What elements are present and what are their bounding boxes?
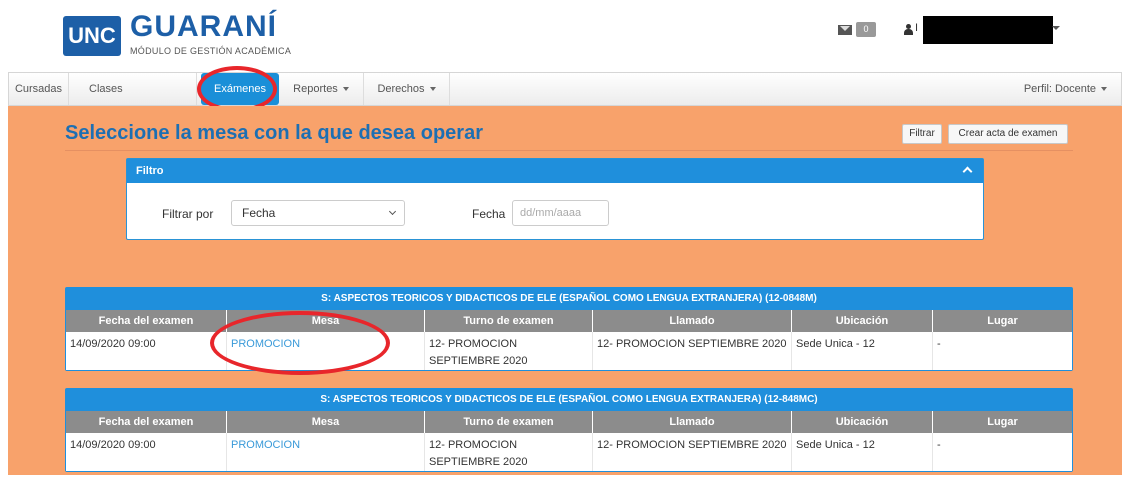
- brand-name: GUARANÍ: [130, 10, 277, 43]
- unc-logo[interactable]: UNC: [63, 16, 121, 56]
- redacted-user-name: [923, 16, 1053, 44]
- col-fecha: Fecha del examen: [66, 310, 227, 332]
- nav-clases[interactable]: Clases: [69, 73, 197, 105]
- user-name[interactable]: I: [915, 22, 918, 34]
- cell-fecha: 14/09/2020 09:00: [66, 433, 227, 471]
- chevron-down-icon: [429, 87, 436, 92]
- nav-cursadas[interactable]: Cursadas: [9, 73, 69, 105]
- title-divider: [65, 150, 1073, 151]
- user-icon: [903, 24, 913, 36]
- subject-title: S: ASPECTOS TEORICOS Y DIDACTICOS DE ELE…: [66, 389, 1072, 411]
- chevron-up-icon[interactable]: [962, 166, 973, 177]
- chevron-down-icon: [342, 87, 349, 92]
- chevron-down-icon: [1101, 87, 1107, 92]
- cell-turno: 12- PROMOCION SEPTIEMBRE 2020: [425, 332, 593, 370]
- cell-llamado: 12- PROMOCION SEPTIEMBRE 2020: [593, 433, 792, 471]
- nav-derechos[interactable]: Derechos: [364, 73, 450, 105]
- col-llamado: Llamado: [593, 411, 792, 433]
- mail-icon[interactable]: [838, 25, 852, 35]
- filter-by-label: Filtrar por: [162, 207, 214, 221]
- mesa-table: S: ASPECTOS TEORICOS Y DIDACTICOS DE ELE…: [65, 388, 1073, 472]
- col-fecha: Fecha del examen: [66, 411, 227, 433]
- col-lugar: Lugar: [987, 416, 1018, 428]
- date-input[interactable]: dd/mm/aaaa: [512, 200, 609, 226]
- table-header-row: Fecha del examen Mesa Turno de examen Ll…: [66, 310, 1072, 332]
- mail-count-badge[interactable]: 0: [856, 22, 876, 37]
- cell-turno: 12- PROMOCION SEPTIEMBRE 2020: [425, 433, 593, 471]
- create-acta-button[interactable]: Crear acta de examen: [948, 124, 1068, 144]
- col-llamado: Llamado: [593, 310, 792, 332]
- col-ubicacion: Ubicación: [792, 411, 933, 433]
- user-menu-caret-icon[interactable]: [1052, 26, 1060, 30]
- cell-fecha: 14/09/2020 09:00: [66, 332, 227, 370]
- cell-lugar: -: [937, 338, 941, 350]
- col-ubicacion: Ubicación: [792, 310, 933, 332]
- date-label: Fecha: [472, 207, 506, 221]
- cell-llamado: 12- PROMOCION SEPTIEMBRE 2020: [593, 332, 792, 370]
- col-mesa: Mesa: [227, 411, 425, 433]
- col-lugar: Lugar: [987, 315, 1018, 327]
- filter-by-select[interactable]: Fecha: [231, 200, 405, 226]
- filter-button[interactable]: Filtrar: [902, 124, 942, 144]
- main-content: Seleccione la mesa con la que desea oper…: [8, 106, 1122, 475]
- cell-ubicacion: Sede Unica - 12: [792, 433, 933, 471]
- cell-lugar: -: [937, 439, 941, 451]
- col-turno: Turno de examen: [425, 310, 593, 332]
- app-header: UNC GUARANÍ MÓDULO DE GESTIÓN ACADÉMICA …: [0, 0, 1130, 72]
- main-navbar: Cursadas Clases Exámenes Reportes Derech…: [8, 72, 1122, 106]
- table-header-row: Fecha del examen Mesa Turno de examen Ll…: [66, 411, 1072, 433]
- subject-title: S: ASPECTOS TEORICOS Y DIDACTICOS DE ELE…: [66, 288, 1072, 310]
- col-turno: Turno de examen: [425, 411, 593, 433]
- perfil-menu[interactable]: Perfil: Docente: [1024, 73, 1107, 105]
- filter-panel-header[interactable]: Filtro: [127, 159, 983, 183]
- chevron-down-icon: [388, 207, 397, 216]
- page-title: Seleccione la mesa con la que desea oper…: [65, 122, 483, 144]
- cell-ubicacion: Sede Unica - 12: [792, 332, 933, 370]
- filter-panel: Filtro Filtrar por Fecha Fecha dd/mm/aaa…: [126, 158, 984, 240]
- mesa-table: S: ASPECTOS TEORICOS Y DIDACTICOS DE ELE…: [65, 287, 1073, 371]
- mesa-link[interactable]: PROMOCION: [227, 433, 425, 471]
- brand-subtitle: MÓDULO DE GESTIÓN ACADÉMICA: [130, 46, 292, 56]
- annotation-circle-promocion: [210, 311, 390, 375]
- table-row: 14/09/2020 09:00 PROMOCION 12- PROMOCION…: [66, 433, 1072, 471]
- page: UNC GUARANÍ MÓDULO DE GESTIÓN ACADÉMICA …: [0, 0, 1130, 481]
- nav-reportes[interactable]: Reportes: [279, 73, 364, 105]
